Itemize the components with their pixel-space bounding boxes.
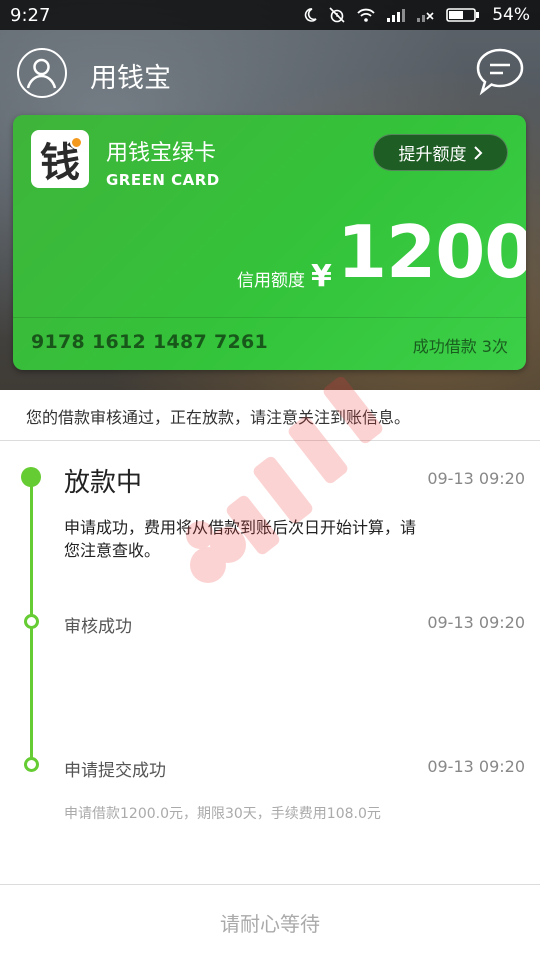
step-time: 09-13 09:20 — [427, 469, 525, 488]
wait-label: 请耐心等待 — [220, 912, 320, 936]
timeline-dot — [24, 757, 39, 772]
signal-off-icon — [417, 12, 434, 22]
raise-limit-label: 提升额度 — [398, 145, 467, 165]
status-bar: 9:27 54% — [0, 0, 540, 30]
step-title-current: 放款中 — [64, 468, 143, 498]
app-bar: 用钱宝 — [0, 40, 540, 106]
timeline-dot-active — [21, 467, 41, 487]
timeline-dot — [24, 614, 39, 629]
loan-info: 申请借款1200.0元，期限30天，手续费用108.0元 — [64, 806, 381, 822]
credit-amount: 1200 — [337, 210, 526, 294]
card-logo: 钱 — [31, 130, 89, 188]
message-icon[interactable] — [473, 46, 527, 98]
avatar-icon[interactable] — [17, 48, 67, 98]
wifi-icon — [357, 8, 375, 22]
card-divider — [13, 317, 526, 318]
card-number: 9178 1612 1487 7261 — [31, 331, 269, 353]
signal-icon — [387, 9, 406, 22]
moon-icon — [304, 8, 317, 22]
step-description: 申请成功，费用将从借款到账后次日开始计算，请您注意查收。 — [64, 518, 417, 560]
logo-dot-icon — [70, 136, 83, 149]
app-title: 用钱宝 — [90, 63, 171, 94]
battery-icon — [446, 8, 480, 22]
success-count: 成功借款 3次 — [412, 337, 508, 356]
raise-limit-button[interactable]: 提升额度 — [373, 134, 508, 171]
card-subtitle: GREEN CARD — [106, 171, 220, 189]
header-background: 9:27 54% 用钱宝 钱 用钱宝绿卡 GREEN CARD 提升额度 信用额… — [0, 0, 540, 390]
green-card: 钱 用钱宝绿卡 GREEN CARD 提升额度 信用额度 ¥ 1200 9178… — [13, 115, 526, 370]
alarm-off-icon — [329, 7, 345, 23]
credit-label: 信用额度 — [237, 271, 305, 291]
card-name: 用钱宝绿卡 — [106, 141, 217, 166]
status-time: 9:27 — [10, 4, 51, 26]
step-time: 09-13 09:20 — [427, 757, 525, 776]
currency-symbol: ¥ — [311, 259, 332, 294]
step-time: 09-13 09:20 — [427, 613, 525, 632]
status-notice: 您的借款审核通过，正在放款，请注意关注到账信息。 — [0, 390, 540, 441]
wait-button[interactable]: 请耐心等待 — [0, 884, 540, 960]
step-title-submitted: 申请提交成功 — [64, 761, 166, 781]
step-title-review: 审核成功 — [64, 617, 132, 637]
battery-percent: 54% — [492, 5, 530, 25]
chevron-right-icon — [473, 145, 482, 160]
